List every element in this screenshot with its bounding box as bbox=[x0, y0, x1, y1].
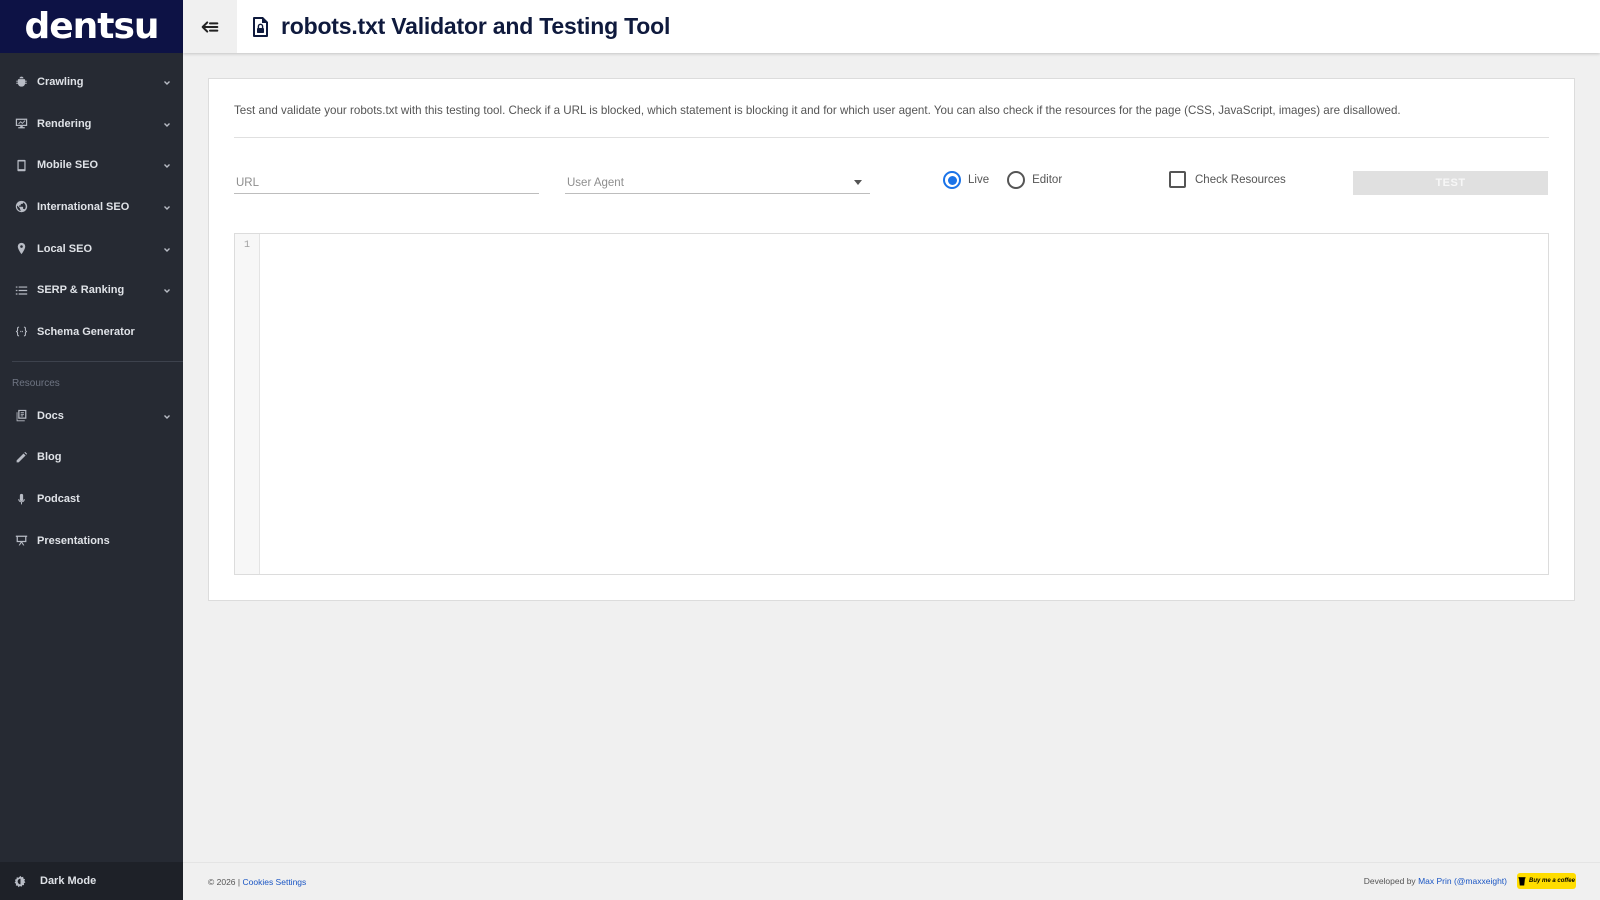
editor-gutter: 1 bbox=[235, 234, 260, 574]
page-title-text: robots.txt Validator and Testing Tool bbox=[281, 13, 671, 39]
dark-mode-label: Dark Mode bbox=[40, 875, 97, 887]
radio-checked-icon bbox=[943, 171, 961, 189]
map-pin-icon bbox=[14, 242, 28, 256]
footer-left: © 2026 | Cookies Settings bbox=[208, 877, 306, 887]
chevron-down-icon bbox=[163, 412, 171, 420]
line-number: 1 bbox=[243, 240, 250, 251]
contrast-gear-icon bbox=[14, 874, 28, 888]
page-title: robots.txt Validator and Testing Tool bbox=[251, 13, 670, 40]
coffee-label: Buy me a coffee bbox=[1529, 878, 1575, 884]
sidebar-item-label: SERP & Ranking bbox=[37, 284, 125, 297]
footer-right: Developed by Max Prin (@maxxeight) Buy m… bbox=[1364, 873, 1576, 889]
radio-editor-label: Editor bbox=[1032, 174, 1063, 186]
check-resources-checkbox[interactable]: Check Resources bbox=[1169, 171, 1286, 188]
cookies-settings-link[interactable]: Cookies Settings bbox=[242, 877, 306, 887]
copyright-text: © 2026 | bbox=[208, 877, 241, 887]
chevron-down-icon bbox=[163, 161, 171, 169]
url-input[interactable] bbox=[234, 176, 539, 189]
author-link[interactable]: Max Prin (@maxxeight) bbox=[1418, 876, 1507, 886]
chevron-down-icon bbox=[163, 245, 171, 253]
sidebar-item-schema-generator[interactable]: Schema Generator bbox=[0, 311, 183, 353]
check-resources-label: Check Resources bbox=[1195, 173, 1286, 186]
presentation-icon bbox=[14, 534, 28, 548]
bug-icon bbox=[14, 75, 28, 89]
microphone-icon bbox=[14, 492, 28, 506]
radio-unchecked-icon bbox=[1007, 171, 1026, 189]
footer: © 2026 | Cookies Settings Developed by M… bbox=[183, 862, 1600, 900]
radio-live-label: Live bbox=[968, 174, 990, 186]
sidebar-item-international-seo[interactable]: International SEO bbox=[0, 186, 183, 228]
buy-me-a-coffee-button[interactable]: Buy me a coffee bbox=[1517, 873, 1576, 889]
globe-icon bbox=[14, 200, 28, 214]
resources-section-label: Resources bbox=[12, 377, 60, 389]
sidebar: dentsu Crawling Rendering Mobile SEO Int… bbox=[0, 0, 183, 900]
sidebar-item-rendering[interactable]: Rendering bbox=[0, 103, 183, 145]
sidebar-item-label: Blog bbox=[37, 451, 62, 464]
user-agent-placeholder: User Agent bbox=[567, 176, 624, 189]
url-field[interactable] bbox=[234, 172, 539, 194]
sidebar-item-crawling[interactable]: Crawling bbox=[0, 61, 183, 103]
pencil-icon bbox=[14, 450, 28, 464]
sidebar-divider bbox=[12, 360, 183, 362]
editor-code-area[interactable] bbox=[260, 234, 1548, 574]
chevron-down-icon bbox=[163, 120, 171, 128]
radio-editor[interactable]: Editor bbox=[1007, 171, 1062, 189]
sidebar-item-label: Mobile SEO bbox=[37, 159, 99, 172]
sidebar-item-label: Crawling bbox=[37, 75, 84, 88]
braces-icon bbox=[14, 325, 28, 339]
sidebar-item-label: International SEO bbox=[37, 200, 130, 213]
sidebar-item-label: Local SEO bbox=[37, 242, 93, 255]
sidebar-item-serp-ranking[interactable]: SERP & Ranking bbox=[0, 269, 183, 311]
caret-down-icon bbox=[854, 180, 862, 185]
sidebar-item-label: Schema Generator bbox=[37, 325, 135, 338]
collapse-sidebar-button[interactable] bbox=[183, 0, 237, 53]
coffee-cup-icon bbox=[1518, 876, 1526, 885]
test-button[interactable]: TEST bbox=[1353, 171, 1548, 195]
user-agent-select[interactable]: User Agent bbox=[565, 172, 870, 194]
monitor-icon bbox=[14, 117, 28, 131]
sidebar-item-presentations[interactable]: Presentations bbox=[0, 520, 183, 562]
file-lock-icon bbox=[253, 16, 268, 37]
chevron-down-icon bbox=[163, 78, 171, 86]
sidebar-item-label: Presentations bbox=[37, 534, 110, 547]
sidebar-item-podcast[interactable]: Podcast bbox=[0, 478, 183, 520]
developed-by-text: Developed by bbox=[1363, 876, 1416, 886]
description-divider bbox=[234, 137, 1549, 138]
chevron-down-icon bbox=[163, 286, 171, 294]
mobile-icon bbox=[14, 158, 28, 172]
list-icon bbox=[14, 283, 28, 297]
robots-editor[interactable]: 1 bbox=[234, 233, 1549, 575]
sidebar-item-blog[interactable]: Blog bbox=[0, 437, 183, 479]
radio-live[interactable]: Live bbox=[943, 171, 989, 189]
checkbox-unchecked-icon bbox=[1169, 171, 1186, 188]
brand-logo[interactable]: dentsu bbox=[0, 0, 183, 53]
sidebar-item-label: Rendering bbox=[37, 117, 92, 130]
sidebar-item-local-seo[interactable]: Local SEO bbox=[0, 228, 183, 270]
sidebar-item-mobile-seo[interactable]: Mobile SEO bbox=[0, 144, 183, 186]
top-header: robots.txt Validator and Testing Tool bbox=[183, 0, 1600, 53]
logo-text: dentsu bbox=[24, 6, 159, 47]
tool-description: Test and validate your robots.txt with t… bbox=[234, 104, 1401, 117]
sidebar-item-docs[interactable]: Docs bbox=[0, 395, 183, 437]
dark-mode-toggle[interactable]: Dark Mode bbox=[0, 862, 183, 900]
sidebar-nav: Crawling Rendering Mobile SEO Internatio… bbox=[0, 53, 183, 562]
docs-icon bbox=[14, 409, 28, 423]
mode-radio-group: Live Editor bbox=[943, 171, 1080, 189]
sidebar-item-label: Docs bbox=[37, 409, 64, 422]
sidebar-item-label: Podcast bbox=[37, 493, 80, 506]
chevron-down-icon bbox=[163, 203, 171, 211]
arrow-left-icon bbox=[201, 20, 219, 33]
tool-card: Test and validate your robots.txt with t… bbox=[208, 78, 1575, 601]
